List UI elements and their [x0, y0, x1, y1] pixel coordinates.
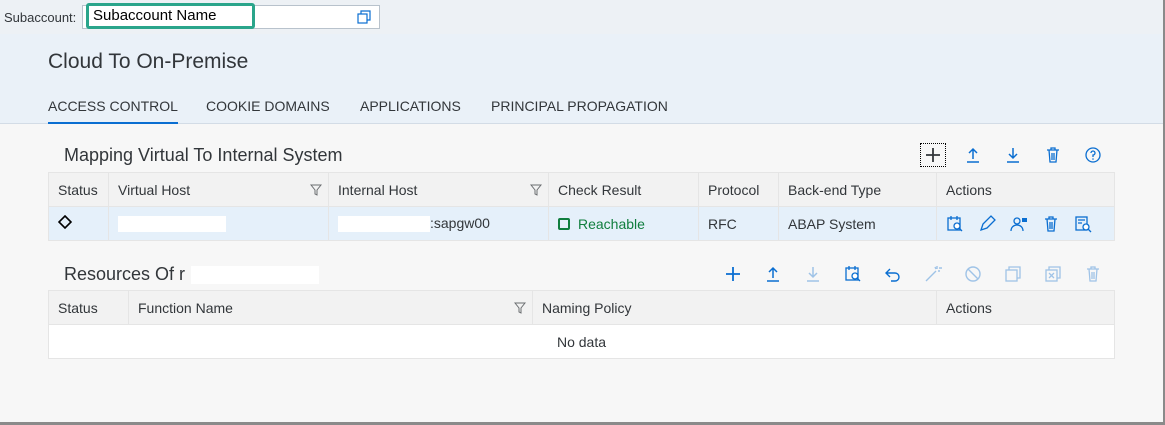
tab-cookie-domains[interactable]: COOKIE DOMAINS [206, 98, 330, 124]
column-header-label: Virtual Host [118, 181, 191, 198]
column-header-virtual-host[interactable]: Virtual Host [108, 172, 329, 207]
popout-icon[interactable] [357, 10, 371, 24]
table-row[interactable]: :sapgw00 Reachable RFC ABAP System [48, 206, 1115, 241]
filter-icon [514, 302, 526, 314]
protocol-cell: RFC [698, 206, 779, 241]
subaccount-value[interactable]: Subaccount Name [86, 3, 255, 29]
internal-host-suffix: :sapgw00 [430, 214, 490, 231]
column-header-label: Internal Host [338, 181, 418, 198]
redacted-value [118, 216, 226, 233]
delete-icon[interactable] [1040, 143, 1066, 167]
redacted-value [338, 216, 430, 233]
tab-access-control[interactable]: ACCESS CONTROL [48, 98, 178, 124]
add-icon[interactable] [720, 262, 746, 286]
wand-icon[interactable] [920, 262, 946, 286]
resources-table: Status Function Name Naming Policy Actio… [48, 290, 1115, 359]
internal-host-cell: :sapgw00 [328, 206, 549, 241]
delete-icon[interactable] [1042, 215, 1060, 233]
add-icon[interactable] [920, 143, 946, 167]
column-header-naming-policy[interactable]: Naming Policy [532, 290, 937, 325]
resources-section-label: Resources Of r [64, 264, 186, 284]
column-header-status[interactable]: Status [48, 290, 129, 325]
redacted-value [191, 266, 320, 285]
filter-icon [310, 184, 322, 196]
help-icon[interactable] [1080, 143, 1106, 167]
diamond-icon [57, 214, 73, 230]
tab-principal-propagation[interactable]: PRINCIPAL PROPAGATION [491, 98, 668, 124]
backend-type-cell: ABAP System [778, 206, 937, 241]
table-header-row: Status Function Name Naming Policy Actio… [48, 290, 1115, 325]
subaccount-bar: Subaccount: Subaccount Name [0, 0, 1165, 34]
remove-icon[interactable] [1040, 262, 1066, 286]
column-header-status[interactable]: Status [48, 172, 109, 207]
column-header-actions: Actions [936, 290, 1115, 325]
mapping-toolbar [920, 143, 1110, 167]
upload-icon[interactable] [760, 262, 786, 286]
status-box-icon [558, 217, 570, 230]
check-availability-icon[interactable] [946, 215, 964, 233]
status-cell [48, 206, 109, 241]
page-header: Cloud To On-Premise ACCESS CONTROL COOKI… [0, 34, 1165, 124]
column-header-check-result[interactable]: Check Result [548, 172, 699, 207]
resources-toolbar [720, 262, 1112, 286]
resources-section-title: Resources Of r [64, 264, 320, 285]
edit-icon[interactable] [978, 214, 996, 233]
subaccount-selector[interactable]: Subaccount Name [82, 3, 380, 29]
main-content: Mapping Virtual To Internal System Statu… [0, 124, 1165, 425]
virtual-host-cell [108, 206, 329, 241]
block-icon[interactable] [960, 262, 986, 286]
column-header-protocol[interactable]: Protocol [698, 172, 779, 207]
resources-icon[interactable] [1074, 215, 1092, 233]
column-header-backend-type[interactable]: Back-end Type [778, 172, 937, 207]
principal-icon[interactable] [1010, 215, 1028, 233]
page-title: Cloud To On-Premise [48, 50, 249, 73]
download-icon[interactable] [800, 262, 826, 286]
delete-icon[interactable] [1080, 262, 1106, 286]
column-header-label: Function Name [138, 299, 233, 316]
tab-applications[interactable]: APPLICATIONS [360, 98, 461, 124]
copy-icon[interactable] [1000, 262, 1026, 286]
mapping-table: Status Virtual Host Internal Host Check … [48, 172, 1115, 241]
check-icon[interactable] [840, 262, 866, 286]
no-data-message: No data [48, 324, 1115, 359]
check-result-text: Reachable [578, 215, 645, 232]
column-header-actions: Actions [936, 172, 1115, 207]
check-result-cell: Reachable [548, 206, 699, 241]
subaccount-label: Subaccount: [4, 10, 77, 25]
filter-icon [530, 184, 542, 196]
undo-icon[interactable] [880, 262, 906, 286]
mapping-section-title: Mapping Virtual To Internal System [64, 145, 343, 165]
table-header-row: Status Virtual Host Internal Host Check … [48, 172, 1115, 207]
download-icon[interactable] [1000, 143, 1026, 167]
table-row: No data [48, 324, 1115, 359]
upload-icon[interactable] [960, 143, 986, 167]
actions-cell [936, 206, 1115, 241]
column-header-internal-host[interactable]: Internal Host [328, 172, 549, 207]
column-header-function-name[interactable]: Function Name [128, 290, 533, 325]
